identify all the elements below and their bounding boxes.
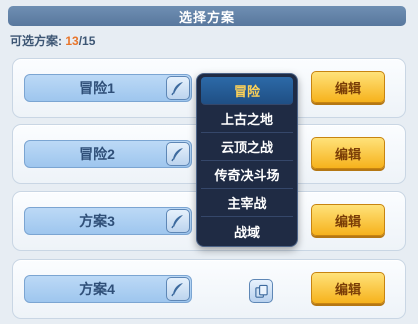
copy-icon [254, 284, 268, 298]
page-title: 选择方案 [178, 9, 235, 25]
dropdown-option-selected[interactable]: 冒险 [201, 77, 293, 105]
plan-count: 可选方案: 13/15 [10, 32, 95, 49]
rename-button[interactable] [166, 277, 190, 301]
page-title-bar: 选择方案 [8, 6, 406, 26]
rename-button[interactable] [166, 142, 190, 166]
plan-name-box: 方案3 [24, 207, 192, 235]
dropdown-option[interactable]: 主宰战 [201, 189, 293, 217]
plan-name-box: 冒险1 [24, 74, 192, 102]
feather-icon [171, 148, 183, 162]
plan-name-box: 冒险2 [24, 140, 192, 168]
dropdown-option[interactable]: 上古之地 [201, 105, 293, 133]
dropdown-option[interactable]: 战域 [201, 217, 293, 245]
edit-button[interactable]: 编辑 [311, 137, 385, 169]
plan-card-4: 方案4 编辑 [12, 259, 406, 319]
plan-name-box: 方案4 [24, 275, 192, 303]
copy-button[interactable] [249, 279, 273, 303]
edit-button[interactable]: 编辑 [311, 71, 385, 103]
rename-button[interactable] [166, 76, 190, 100]
edit-button[interactable]: 编辑 [311, 272, 385, 304]
feather-icon [171, 283, 183, 297]
feather-icon [171, 82, 183, 96]
plan-count-current: 13 [65, 34, 79, 48]
plan-count-label: 可选方案: [10, 34, 66, 48]
edit-button[interactable]: 编辑 [311, 204, 385, 236]
dropdown-option[interactable]: 云顶之战 [201, 133, 293, 161]
plan-count-total: /15 [78, 34, 96, 48]
rename-button[interactable] [166, 209, 190, 233]
dropdown-option[interactable]: 传奇决斗场 [201, 161, 293, 189]
mode-dropdown: 冒险 上古之地 云顶之战 传奇决斗场 主宰战 战域 [196, 73, 298, 247]
feather-icon [171, 215, 183, 229]
